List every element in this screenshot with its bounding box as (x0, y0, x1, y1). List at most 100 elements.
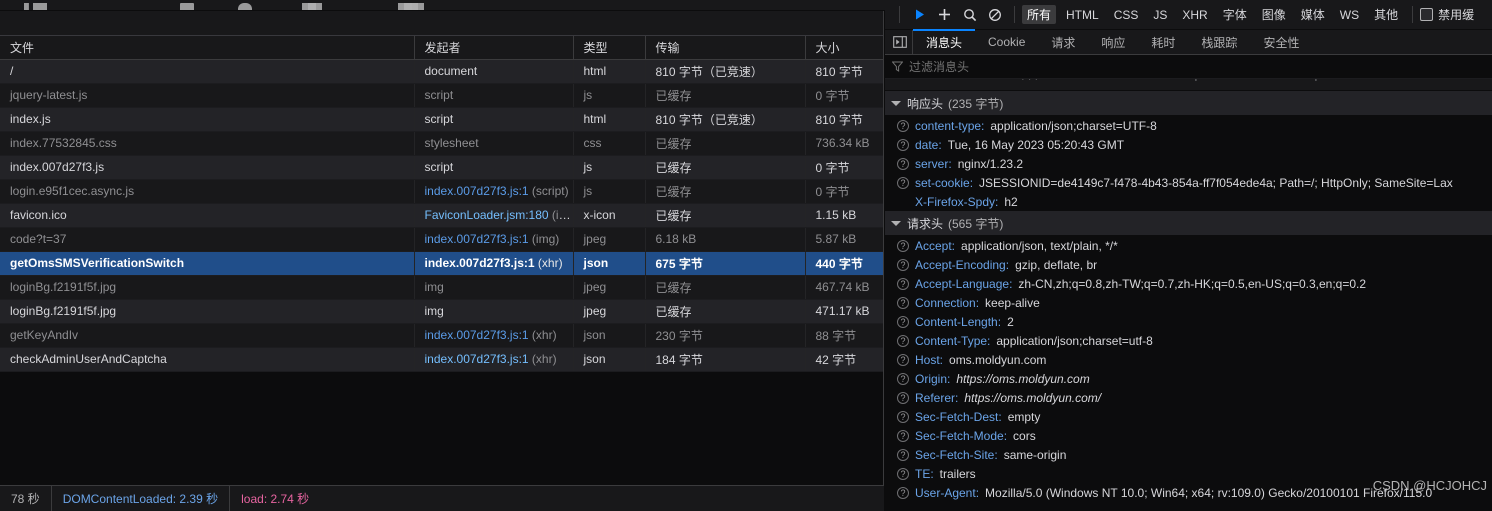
cell-initiator: index.007d27f3.js:1 (xhr) (414, 323, 574, 348)
tab-Cookie[interactable]: Cookie (975, 30, 1038, 54)
header-value: https://oms.moldyun.com (956, 371, 1090, 386)
more-tools-icon-part3[interactable] (410, 3, 424, 10)
resume-button[interactable] (907, 4, 932, 26)
debugger-icon[interactable] (180, 3, 194, 10)
help-icon[interactable]: ? (897, 410, 909, 423)
header-name: TE: (915, 466, 934, 481)
new-request-button[interactable] (932, 4, 957, 26)
search-button[interactable] (957, 4, 982, 26)
storage-icon-part[interactable] (308, 3, 322, 10)
filter-XHR[interactable]: XHR (1177, 5, 1212, 24)
help-icon[interactable]: ? (897, 353, 909, 366)
help-icon[interactable]: ? (897, 429, 909, 442)
initiator-link[interactable]: index.007d27f3.js:1 (xhr) (425, 256, 563, 270)
table-row[interactable]: getOmsSMSVerificationSwitch index.007d27f… (0, 251, 883, 276)
filter-其他[interactable]: 其他 (1369, 5, 1403, 24)
disable-cache-checkbox[interactable]: 禁用缓 (1420, 6, 1474, 23)
table-row[interactable]: index.js script html 810 字节（已竞速） 810 字节 (0, 107, 883, 132)
help-icon[interactable]: ? (897, 258, 909, 271)
response-headers-group[interactable]: 响应头 (235 字节) (885, 91, 1492, 116)
filter-CSS[interactable]: CSS (1109, 5, 1144, 24)
cell-transferred: 675 字节 (645, 251, 806, 276)
column-header-transferred[interactable]: 传输 (645, 36, 806, 60)
help-icon[interactable]: ? (897, 486, 909, 499)
filter-WS[interactable]: WS (1335, 5, 1364, 24)
tab-消息头[interactable]: 消息头 (913, 29, 976, 54)
table-row[interactable]: favicon.ico FaviconLoader.jsm:180 (img)x-… (0, 203, 883, 228)
tab-耗时[interactable]: 耗时 (1138, 30, 1188, 54)
table-row[interactable]: index.007d27f3.js script js 已缓存 0 字节 (0, 155, 883, 180)
block-requests-button[interactable] (982, 4, 1007, 26)
column-header-initiator[interactable]: 发起者 (414, 36, 574, 60)
cell-initiator: index.007d27f3.js:1 (xhr) (414, 347, 574, 372)
table-row[interactable]: checkAdminUserAndCaptcha index.007d27f3.j… (0, 347, 883, 372)
initiator-link[interactable]: index.007d27f3.js:1 (xhr) (425, 352, 557, 366)
help-icon[interactable]: ? (897, 277, 909, 290)
inspector-icon-part[interactable] (33, 3, 47, 10)
column-header-size[interactable]: 大小 (805, 36, 883, 60)
network-icon[interactable] (238, 3, 252, 10)
filter-所有[interactable]: 所有 (1022, 5, 1057, 24)
initiator-link[interactable]: index.007d27f3.js:1 (img) (425, 232, 560, 246)
cell-file: getKeyAndIv (0, 323, 415, 348)
help-icon[interactable]: ? (897, 467, 909, 480)
initiator-suffix: (xhr) (528, 328, 557, 342)
header-row: ? Sec-Fetch-Dest: empty (885, 407, 1492, 426)
help-icon[interactable]: ? (897, 334, 909, 347)
toggle-detail-pane-button[interactable] (887, 30, 913, 54)
filter-图像[interactable]: 图像 (1257, 5, 1291, 24)
table-row[interactable]: / document html 810 字节（已竞速） 810 字节 (0, 59, 883, 84)
partial-text-right: ⌐ (1315, 79, 1322, 85)
help-icon[interactable]: ? (897, 138, 909, 151)
chevron-down-icon[interactable] (891, 100, 901, 106)
initiator-link[interactable]: index.007d27f3.js:1 (xhr) (425, 328, 557, 342)
initiator-suffix: (img) (551, 208, 572, 222)
header-name: set-cookie: (915, 175, 974, 190)
cell-transferred: 已缓存 (645, 155, 806, 180)
tab-安全性[interactable]: 安全性 (1250, 30, 1312, 54)
initiator-suffix: (script) (528, 184, 569, 198)
cell-size: 471.17 kB (805, 299, 883, 324)
header-name: content-type: (915, 118, 985, 133)
filter-字体[interactable]: 字体 (1218, 5, 1252, 24)
filter-JS[interactable]: JS (1148, 5, 1172, 24)
help-icon[interactable]: ? (897, 239, 909, 252)
chevron-down-icon[interactable] (891, 220, 901, 226)
panel-collapse-icon (892, 36, 907, 48)
header-name: Content-Length: (915, 314, 1002, 329)
tab-栈跟踪[interactable]: 栈跟踪 (1188, 30, 1250, 54)
table-row[interactable]: jquery-latest.js script js 已缓存 0 字节 (0, 83, 883, 108)
filter-媒体[interactable]: 媒体 (1296, 5, 1330, 24)
cell-size: 88 字节 (805, 323, 883, 348)
table-row[interactable]: getKeyAndIv index.007d27f3.js:1 (xhr) json… (0, 323, 883, 348)
help-icon[interactable]: ? (897, 296, 909, 309)
help-icon[interactable]: ? (897, 448, 909, 461)
help-icon[interactable]: ? (897, 119, 909, 132)
tab-响应[interactable]: 响应 (1088, 30, 1138, 54)
table-row[interactable]: index.77532845.css stylesheet css 已缓存 736.34… (0, 131, 883, 156)
help-icon[interactable]: ? (897, 157, 909, 170)
request-headers-group[interactable]: 请求头 (565 字节) (885, 211, 1492, 236)
tab-请求[interactable]: 请求 (1038, 30, 1088, 54)
cell-type: js (573, 155, 646, 180)
table-row[interactable]: login.e95f1cec.async.js index.007d27f3.js… (0, 179, 883, 204)
help-icon[interactable]: ? (897, 391, 909, 404)
help-icon[interactable]: ? (897, 372, 909, 385)
help-icon[interactable]: ? (897, 176, 909, 189)
table-row[interactable]: loginBg.f2191f5f.jpg img jpeg 已缓存 471.17 kB (0, 299, 883, 324)
toolbar-separator-3 (1412, 6, 1414, 23)
column-header-file[interactable]: 文件 (0, 36, 415, 60)
cell-initiator: stylesheet (414, 131, 574, 156)
filter-HTML[interactable]: HTML (1061, 5, 1104, 24)
headers-filter-row[interactable]: 过滤消息头 (885, 55, 1492, 79)
header-row: ? Content-Type: application/json;charset=u… (885, 331, 1492, 350)
help-icon[interactable]: ? (897, 315, 909, 328)
table-row[interactable]: code?t=37 index.007d27f3.js:1 (img) jpeg 6.… (0, 227, 883, 252)
initiator-link[interactable]: FaviconLoader.jsm:180 (img) (425, 208, 573, 222)
column-header-type[interactable]: 类型 (573, 36, 646, 60)
table-row[interactable]: loginBg.f2191f5f.jpg img jpeg 已缓存 467.74 kB (0, 275, 883, 300)
checkbox-box[interactable] (1420, 8, 1434, 21)
initiator-link[interactable]: index.007d27f3.js:1 (script) (425, 184, 569, 198)
cell-size: 736.34 kB (805, 131, 883, 156)
block-icon (988, 8, 1001, 21)
